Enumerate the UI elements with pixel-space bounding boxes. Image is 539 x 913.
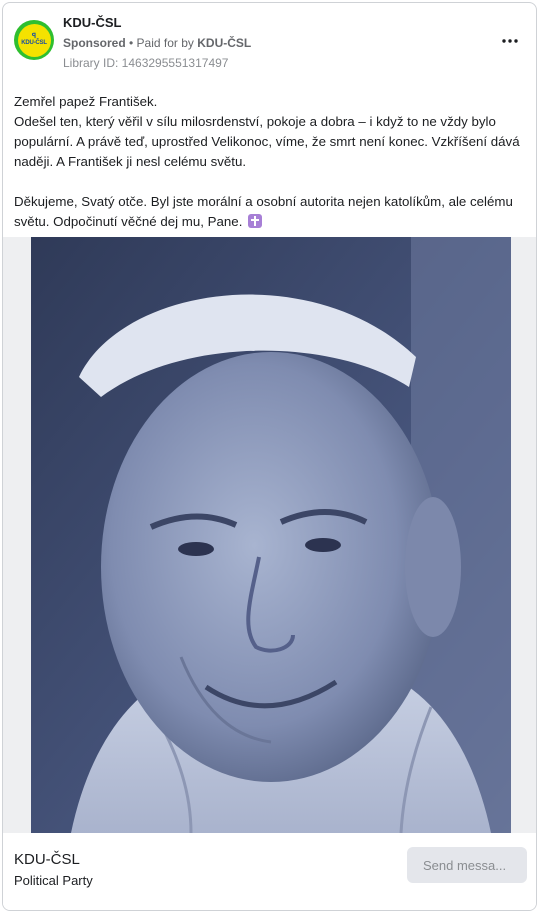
library-id: Library ID: 1463295551317497 xyxy=(63,56,229,70)
paid-for-prefix: • Paid for by xyxy=(125,36,198,50)
footer-category: Political Party xyxy=(14,873,93,888)
post-header: ꟼ KDU-ČSL KDU-ČSL Sponsored • Paid for b… xyxy=(3,3,536,83)
logo-mark: ꟼ xyxy=(31,33,37,40)
ad-media[interactable] xyxy=(3,237,536,833)
latin-cross-emoji-icon xyxy=(248,214,263,228)
logo-text: KDU-ČSL xyxy=(21,40,47,46)
more-horizontal-icon xyxy=(502,39,518,43)
ad-body-text: Zemřel papež František. Odešel ten, kter… xyxy=(14,92,526,232)
body-paragraph-2: Děkujeme, Svatý otče. Byl jste morální a… xyxy=(14,194,513,229)
body-paragraph-2-wrap: Děkujeme, Svatý otče. Byl jste morální a… xyxy=(14,192,526,232)
ad-card: ꟼ KDU-ČSL KDU-ČSL Sponsored • Paid for b… xyxy=(2,2,537,911)
send-message-button[interactable]: Send messa... xyxy=(407,847,527,883)
sponsored-line: Sponsored • Paid for by KDU-ČSL xyxy=(63,36,251,50)
ad-footer: KDU-ČSL Political Party Send messa... xyxy=(3,833,536,910)
portrait-photo xyxy=(31,237,511,833)
footer-page-name[interactable]: KDU-ČSL xyxy=(14,851,80,868)
page-name[interactable]: KDU-ČSL xyxy=(63,15,122,30)
more-options-button[interactable] xyxy=(498,29,522,53)
kdu-csl-logo-icon: ꟼ KDU-ČSL xyxy=(17,23,51,57)
paid-for-by: KDU-ČSL xyxy=(197,36,252,50)
body-line-1: Zemřel papež František. xyxy=(14,94,158,109)
sponsored-label: Sponsored xyxy=(63,36,126,50)
body-paragraph-1: Odešel ten, který věřil v sílu milosrden… xyxy=(14,114,520,169)
page-avatar[interactable]: ꟼ KDU-ČSL xyxy=(14,20,54,60)
